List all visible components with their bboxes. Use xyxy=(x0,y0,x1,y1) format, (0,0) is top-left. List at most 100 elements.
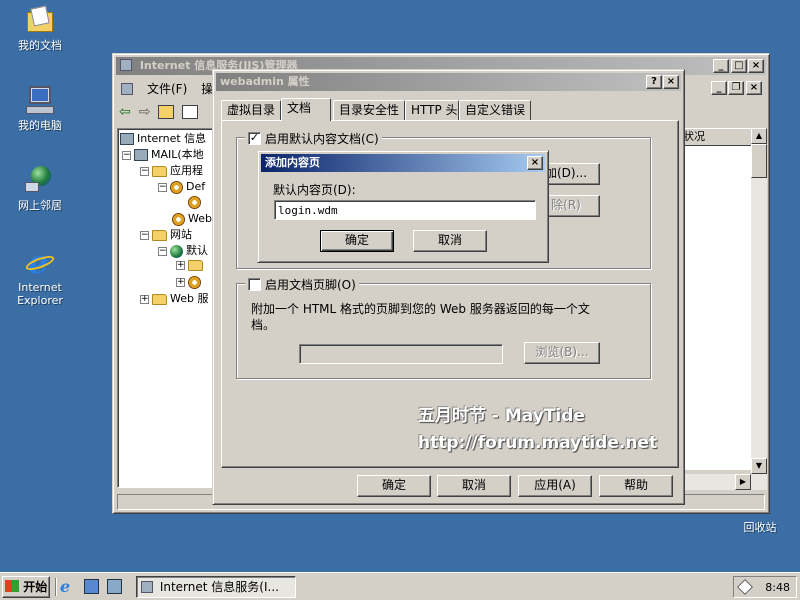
network-tray-icon[interactable] xyxy=(737,579,753,595)
tab-custom-errors[interactable]: 自定义错误 xyxy=(459,100,531,120)
child-minimize-button[interactable]: _ xyxy=(711,81,727,95)
desktop-icon-network-places[interactable]: 网上邻居 xyxy=(0,164,80,212)
help-button[interactable]: ? xyxy=(646,75,662,89)
add-cancel-button[interactable]: 取消 xyxy=(413,230,487,252)
properties-dialog[interactable]: webadmin 属性 ? × 虚拟目录 文档 目录安全性 HTTP 头 自定义… xyxy=(212,69,685,505)
horizontal-scrollbar[interactable]: ▶ xyxy=(678,474,767,490)
enable-footer-label[interactable]: 启用文档页脚(O) xyxy=(265,276,356,293)
tree-item-pool-child[interactable] xyxy=(188,196,204,209)
scroll-up-icon[interactable]: ▲ xyxy=(751,128,767,144)
tree-item-default-pool[interactable]: − Def xyxy=(158,180,205,194)
my-documents-icon xyxy=(23,4,57,36)
add-dialog-titlebar[interactable]: 添加内容页 × xyxy=(261,154,545,172)
back-arrow-icon[interactable]: ⇦ xyxy=(119,104,131,120)
cancel-button[interactable]: 取消 xyxy=(437,475,511,497)
column-header-status[interactable]: 状况 xyxy=(678,128,752,146)
expand-icon[interactable]: + xyxy=(140,294,149,304)
desktop-icon-label: 我的文档 xyxy=(18,39,62,52)
windows-logo-icon xyxy=(5,580,19,592)
desktop-icon-label: Explorer xyxy=(17,294,63,307)
tree-item-web-pool[interactable]: Web xyxy=(172,212,212,226)
taskbar-separator xyxy=(55,578,56,596)
ie-icon: e xyxy=(23,246,57,278)
expand-icon[interactable]: + xyxy=(176,261,185,270)
close-button[interactable]: × xyxy=(663,75,679,89)
properties-titlebar[interactable]: webadmin 属性 ? × xyxy=(216,73,681,91)
tree-item-mail[interactable]: − MAIL(本地 xyxy=(122,148,204,162)
tree-item-site-app[interactable]: + xyxy=(176,276,204,289)
folder-icon xyxy=(152,229,167,241)
child-close-button[interactable]: × xyxy=(746,81,762,95)
tree-item-label: MAIL(本地 xyxy=(151,148,204,161)
show-tree-icon[interactable] xyxy=(182,105,199,119)
scroll-down-icon[interactable]: ▼ xyxy=(751,458,767,474)
scroll-thumb[interactable] xyxy=(751,144,767,178)
ok-button[interactable]: 确定 xyxy=(357,475,431,497)
collapse-icon[interactable]: − xyxy=(158,182,167,192)
default-page-input[interactable] xyxy=(274,200,536,220)
start-button[interactable]: 开始 xyxy=(2,576,50,598)
vertical-scrollbar[interactable]: ▲ ▼ xyxy=(751,128,767,474)
watermark-line1: 五月时节 - MayTide xyxy=(418,406,585,426)
collapse-icon[interactable]: − xyxy=(140,166,149,176)
tab-virtual-directory[interactable]: 虚拟目录 xyxy=(221,100,281,120)
desktop-icon-internet-explorer[interactable]: e Internet Explorer xyxy=(0,246,80,307)
desktop-icon-my-documents[interactable]: 我的文档 xyxy=(0,4,80,52)
tab-strip: 虚拟目录 文档 目录安全性 HTTP 头 自定义错误 xyxy=(221,98,681,122)
footer-file-input[interactable] xyxy=(299,344,503,364)
footer-legend: 启用文档页脚(O) xyxy=(245,276,359,293)
taskbar-button-iis[interactable]: Internet 信息服务(I... xyxy=(136,576,296,598)
tab-http-headers[interactable]: HTTP 头 xyxy=(405,100,459,120)
tree-pane[interactable]: Internet 信息 − MAIL(本地 − 应用程 − Def Web − 网站 −… xyxy=(117,128,215,488)
tab-documents[interactable]: 文档 xyxy=(281,98,331,121)
desktop-icon-my-computer[interactable]: 我的电脑 xyxy=(0,84,80,132)
tree-item-site-folder[interactable]: + xyxy=(176,260,206,271)
close-button[interactable]: × xyxy=(527,156,543,170)
enable-default-doc-label[interactable]: 启用默认内容文档(C) xyxy=(265,130,379,147)
scroll-right-icon[interactable]: ▶ xyxy=(735,474,751,490)
watermark-line2: http://forum.maytide.net xyxy=(418,433,658,453)
menu-file[interactable]: 文件(F) xyxy=(147,80,187,98)
close-button[interactable]: × xyxy=(748,59,764,73)
outlook-quicklaunch-icon[interactable] xyxy=(84,579,99,594)
footer-groupbox: 启用文档页脚(O) 附加一个 HTML 格式的页脚到您的 Web 服务器返回的每… xyxy=(236,276,651,379)
tree-item-websites[interactable]: − 网站 xyxy=(140,228,192,242)
tree-item-label: Internet 信息 xyxy=(137,132,207,145)
apply-button[interactable]: 应用(A) xyxy=(518,475,592,497)
child-restore-button[interactable]: ❐ xyxy=(728,81,744,95)
browse-button[interactable]: 浏览(B)... xyxy=(524,342,600,364)
expand-icon[interactable]: + xyxy=(176,278,185,287)
tree-item-label: 默认 xyxy=(186,244,208,257)
ie-quicklaunch-icon[interactable]: e xyxy=(60,579,76,595)
tree-item-app-pools[interactable]: − 应用程 xyxy=(140,164,203,178)
collapse-icon[interactable]: − xyxy=(158,246,167,256)
up-folder-icon[interactable] xyxy=(158,105,175,119)
tree-item-web-ext[interactable]: + Web 服 xyxy=(140,292,208,306)
add-content-page-dialog[interactable]: 添加内容页 × 默认内容页(D): 确定 取消 xyxy=(257,150,549,263)
desktop-icon-label: 我的电脑 xyxy=(18,119,62,132)
folder-icon xyxy=(152,165,167,177)
maximize-button[interactable]: □ xyxy=(731,59,747,73)
tree-item-root[interactable]: Internet 信息 xyxy=(120,132,206,146)
collapse-icon[interactable]: − xyxy=(122,150,131,160)
taskbar: 开始 e Internet 信息服务(I... 8:48 xyxy=(0,572,800,600)
help-button-bottom[interactable]: 帮助 xyxy=(599,475,673,497)
list-pane[interactable] xyxy=(678,146,752,470)
add-dialog-title: 添加内容页 xyxy=(265,156,320,169)
tree-item-default-site[interactable]: − 默认 xyxy=(158,244,208,258)
minimize-button[interactable]: _ xyxy=(713,59,729,73)
clock[interactable]: 8:48 xyxy=(765,581,790,594)
collapse-icon[interactable]: − xyxy=(140,230,149,240)
folder-icon xyxy=(152,293,167,305)
default-page-label: 默认内容页(D): xyxy=(273,183,356,197)
tab-directory-security[interactable]: 目录安全性 xyxy=(333,100,405,120)
start-label: 开始 xyxy=(23,580,48,594)
desktop-quicklaunch-icon[interactable] xyxy=(107,579,122,594)
network-places-icon xyxy=(23,164,57,196)
default-doc-legend: ✓ 启用默认内容文档(C) xyxy=(245,130,382,147)
enable-footer-checkbox[interactable] xyxy=(248,278,261,291)
add-ok-button[interactable]: 确定 xyxy=(320,230,394,252)
enable-default-doc-checkbox[interactable]: ✓ xyxy=(248,132,261,145)
iis-menu-bar: 文件(F) 操 xyxy=(121,80,213,98)
forward-arrow-icon[interactable]: ⇨ xyxy=(139,104,151,120)
